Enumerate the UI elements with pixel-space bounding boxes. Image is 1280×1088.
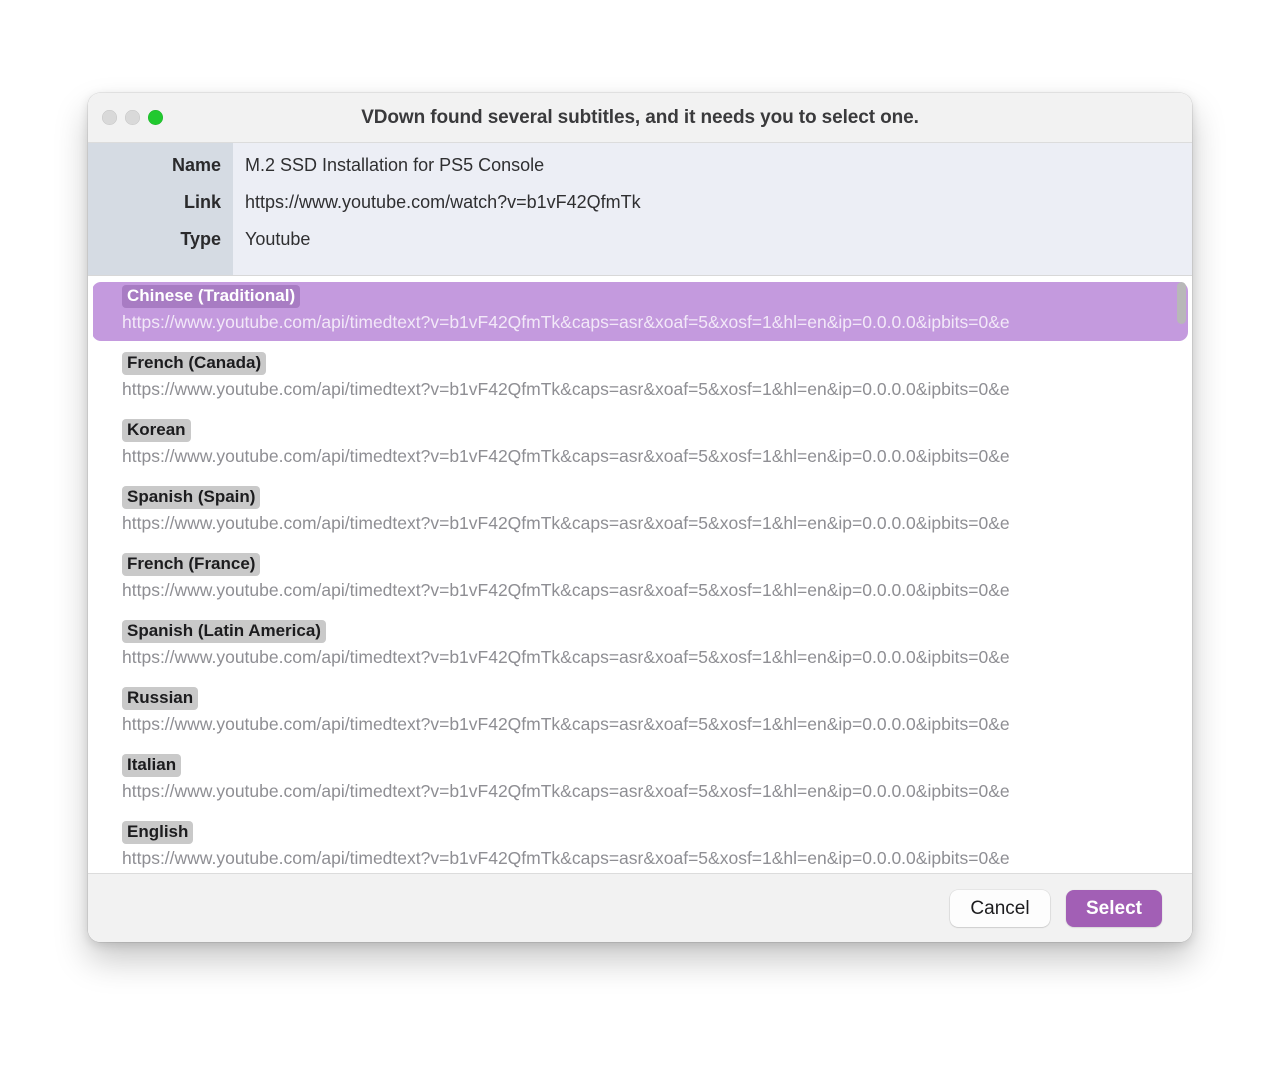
subtitle-list[interactable]: Chinese (Traditional) https://www.youtube…: [88, 276, 1192, 873]
subtitle-url: https://www.youtube.com/api/timedtext?v=…: [122, 312, 1010, 333]
info-rows: Name M.2 SSD Installation for PS5 Consol…: [88, 143, 1192, 266]
list-scrollbar-thumb[interactable]: [1177, 282, 1186, 324]
subtitle-selection-dialog: VDown found several subtitles, and it ne…: [88, 93, 1192, 942]
select-button[interactable]: Select: [1066, 889, 1162, 927]
subtitle-list-container: Chinese (Traditional) https://www.youtube…: [88, 276, 1192, 873]
traffic-light-controls: [102, 93, 163, 142]
subtitle-list-item[interactable]: French (Canada) https://www.youtube.com/a…: [92, 349, 1188, 408]
subtitle-language-badge: Chinese (Traditional): [122, 285, 301, 309]
subtitle-url: https://www.youtube.com/api/timedtext?v=…: [122, 580, 1010, 601]
info-label-type: Type: [180, 229, 221, 249]
subtitle-list-item[interactable]: Chinese (Traditional) https://www.youtube…: [92, 282, 1188, 341]
subtitle-list-item[interactable]: French (France) https://www.youtube.com/a…: [92, 550, 1188, 609]
subtitle-url: https://www.youtube.com/api/timedtext?v=…: [122, 714, 1010, 735]
minimize-button-icon[interactable]: [125, 110, 140, 125]
maximize-button-icon[interactable]: [148, 110, 163, 125]
subtitle-language-badge: Spanish (Latin America): [122, 620, 326, 644]
subtitle-language-badge: Korean: [122, 419, 191, 443]
subtitle-list-item[interactable]: Spanish (Spain) https://www.youtube.com/a…: [92, 483, 1188, 542]
subtitle-language-badge: English: [122, 821, 194, 845]
subtitle-list-item[interactable]: English https://www.youtube.com/api/timed…: [92, 818, 1188, 873]
subtitle-url: https://www.youtube.com/api/timedtext?v=…: [122, 848, 1010, 869]
subtitle-url: https://www.youtube.com/api/timedtext?v=…: [122, 781, 1010, 802]
subtitle-language-badge: Italian: [122, 754, 182, 778]
cancel-button[interactable]: Cancel: [950, 889, 1050, 927]
dialog-footer: Cancel Select: [88, 873, 1192, 942]
subtitle-url: https://www.youtube.com/api/timedtext?v=…: [122, 446, 1010, 467]
info-label-name: Name: [171, 155, 221, 175]
window-title: VDown found several subtitles, and it ne…: [361, 106, 919, 128]
info-row-type: Type Youtube: [88, 229, 1192, 266]
list-scrollbar[interactable]: [1176, 282, 1187, 867]
info-label-link: Link: [183, 192, 221, 212]
video-info-panel: Name M.2 SSD Installation for PS5 Consol…: [88, 143, 1192, 276]
subtitle-language-badge: Spanish (Spain): [122, 486, 261, 510]
subtitle-list-item[interactable]: Russian https://www.youtube.com/api/timed…: [92, 684, 1188, 743]
info-value-type: Youtube: [245, 229, 311, 249]
subtitle-list-item[interactable]: Spanish (Latin America) https://www.youtu…: [92, 617, 1188, 676]
info-value-name: M.2 SSD Installation for PS5 Console: [245, 155, 545, 175]
subtitle-url: https://www.youtube.com/api/timedtext?v=…: [122, 513, 1010, 534]
subtitle-language-badge: French (France): [122, 553, 261, 577]
subtitle-url: https://www.youtube.com/api/timedtext?v=…: [122, 379, 1010, 400]
info-row-link: Link https://www.youtube.com/watch?v=b1v…: [88, 192, 1192, 229]
subtitle-list-item[interactable]: Korean https://www.youtube.com/api/timedt…: [92, 416, 1188, 475]
info-value-link: https://www.youtube.com/watch?v=b1vF42Qf…: [245, 192, 641, 212]
subtitle-list-item[interactable]: Italian https://www.youtube.com/api/timed…: [92, 751, 1188, 810]
subtitle-url: https://www.youtube.com/api/timedtext?v=…: [122, 647, 1010, 668]
close-button-icon[interactable]: [102, 110, 117, 125]
subtitle-language-badge: Russian: [122, 687, 199, 711]
subtitle-language-badge: French (Canada): [122, 352, 267, 376]
window-titlebar: VDown found several subtitles, and it ne…: [88, 93, 1192, 143]
info-row-name: Name M.2 SSD Installation for PS5 Consol…: [88, 155, 1192, 192]
